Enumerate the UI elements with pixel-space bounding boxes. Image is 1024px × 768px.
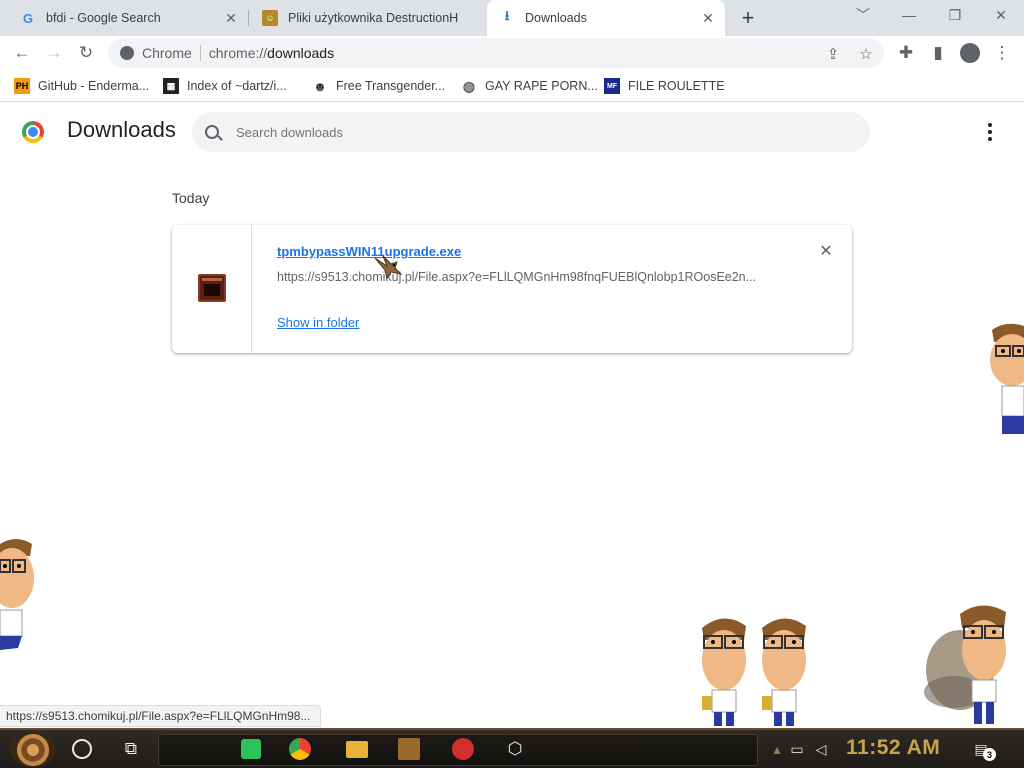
- profile-avatar-icon[interactable]: [956, 39, 984, 67]
- cartoon-character-icon: [0, 539, 34, 650]
- page-title: Downloads: [67, 117, 176, 142]
- omnibox-chrome-label: Chrome: [142, 45, 192, 61]
- tab-pliki[interactable]: ☺ Pliki użytkownika DestructionH: [250, 0, 486, 36]
- tab-title: bfdi - Google Search: [46, 11, 161, 25]
- hamster-and-character-icon: [924, 605, 1006, 724]
- close-tab-icon[interactable]: ✕: [222, 9, 240, 27]
- bookmark-item[interactable]: MF FILE ROULETTE: [604, 77, 725, 95]
- cat-face-icon: ☻: [313, 78, 327, 94]
- download-file-name-link[interactable]: tpmbypassWIN11upgrade.exe: [277, 244, 461, 259]
- restore-button[interactable]: ❐: [932, 0, 978, 30]
- bookmark-item[interactable]: ▦ Index of ~dartz/i...: [163, 77, 287, 95]
- download-source-url: https://s9513.chomikuj.pl/File.aspx?e=FL…: [277, 270, 757, 284]
- search-input[interactable]: [236, 124, 836, 140]
- bookmark-item[interactable]: ◍ GAY RAPE PORN...: [461, 77, 598, 95]
- notification-count-badge: 3: [983, 748, 996, 761]
- chrome-taskbar-icon[interactable]: [287, 736, 313, 762]
- extensions-puzzle-icon[interactable]: ✚: [892, 39, 920, 67]
- remove-download-icon[interactable]: ✕: [816, 241, 836, 261]
- share-icon[interactable]: ⇪: [824, 45, 842, 63]
- url-path: downloads: [267, 45, 335, 61]
- tab-strip: G bfdi - Google Search ✕ ☺ Pliki użytkow…: [0, 0, 1024, 36]
- minimize-button[interactable]: —: [886, 0, 932, 30]
- volume-muted-icon[interactable]: ◁: [812, 740, 830, 758]
- clock[interactable]: 11:52 AM: [846, 736, 940, 760]
- close-tab-icon[interactable]: ✕: [699, 9, 717, 27]
- notes-app-icon[interactable]: [238, 736, 264, 762]
- bookmark-label: Free Transgender...: [336, 79, 446, 93]
- task-view-icon[interactable]: ⧉: [118, 736, 144, 762]
- ph-icon: PH: [14, 78, 30, 94]
- link-status-bubble: https://s9513.chomikuj.pl/File.aspx?e=FL…: [0, 705, 322, 727]
- exe-file-icon: [198, 274, 226, 302]
- downloads-page: Downloads Today tpmbypassWIN11upgrade.ex…: [0, 103, 1024, 728]
- file-icon-column: [172, 225, 252, 353]
- taskbar: ⧉ ⬡ ▴ ▭ ◁ 11:52 AM ▤: [0, 728, 1024, 768]
- more-actions-button[interactable]: [980, 119, 1000, 145]
- bookmarks-bar: PH GitHub - Enderma... ▦ Index of ~dartz…: [0, 70, 1024, 102]
- bookmark-label: FILE ROULETTE: [628, 79, 725, 93]
- file-explorer-icon[interactable]: [344, 736, 370, 762]
- chrome-logo-icon: [22, 121, 44, 143]
- omnibox-divider: [199, 45, 201, 61]
- user-avatar-icon: ☺: [262, 10, 278, 26]
- start-button[interactable]: [10, 733, 56, 767]
- search-downloads[interactable]: [192, 112, 870, 152]
- pixel-art-icon: ▦: [163, 78, 179, 94]
- tab-search-button[interactable]: ﹀: [840, 0, 886, 30]
- download-arrow-icon: ⭳: [504, 8, 510, 23]
- side-panel-icon[interactable]: ▮: [924, 39, 952, 67]
- new-tab-button[interactable]: +: [734, 4, 762, 32]
- bookmark-label: GitHub - Enderma...: [38, 79, 150, 93]
- reload-button[interactable]: ↻: [72, 39, 100, 67]
- cartoon-character-icon: [762, 618, 806, 726]
- tray-arrow-icon[interactable]: ▴: [768, 740, 786, 758]
- bird-cursor-icon: [374, 255, 403, 280]
- bookmark-item[interactable]: ☻ Free Transgender...: [312, 77, 445, 95]
- toolbar: ← → ↻ Chrome chrome://downloads ⇪ ☆ ✚ ▮ …: [0, 36, 1024, 70]
- tab-google-search[interactable]: G bfdi - Google Search ✕: [8, 0, 248, 36]
- virtualbox-icon[interactable]: ⬡: [502, 736, 528, 762]
- tab-title: Pliki użytkownika DestructionH: [288, 11, 459, 25]
- chrome-menu-button[interactable]: ⋮: [988, 39, 1016, 67]
- close-window-button[interactable]: ✕: [978, 0, 1024, 30]
- cartoon-character-icon: [702, 618, 746, 726]
- search-icon: [205, 125, 219, 139]
- cortana-circle-icon[interactable]: [72, 739, 92, 759]
- google-g-icon: G: [22, 10, 34, 26]
- omnibox-url[interactable]: chrome://downloads: [209, 45, 334, 61]
- red-app-icon[interactable]: [450, 736, 476, 762]
- download-item-card: tpmbypassWIN11upgrade.exe https://s9513.…: [172, 225, 852, 353]
- tab-title: Downloads: [525, 11, 587, 25]
- url-scheme: chrome://: [208, 45, 268, 61]
- show-in-folder-link[interactable]: Show in folder: [277, 315, 359, 330]
- date-section-header: Today: [172, 190, 210, 206]
- tab-separator: [248, 10, 249, 26]
- tab-downloads[interactable]: ⭳ Downloads ✕: [487, 0, 725, 36]
- bookmark-label: GAY RAPE PORN...: [485, 79, 598, 93]
- bookmark-item[interactable]: PH GitHub - Enderma...: [14, 77, 149, 95]
- globe-icon: ◍: [462, 77, 476, 94]
- forward-button[interactable]: →: [40, 39, 68, 67]
- game-app-icon[interactable]: [396, 736, 422, 762]
- bookmark-label: Index of ~dartz/i...: [187, 79, 287, 93]
- bookmark-star-icon[interactable]: ☆: [857, 45, 875, 63]
- back-button[interactable]: ←: [8, 39, 36, 67]
- cartoon-character-icon: [990, 323, 1024, 434]
- chrome-icon: [120, 46, 134, 60]
- address-bar[interactable]: Chrome chrome://downloads ⇪ ☆: [108, 38, 884, 68]
- network-icon[interactable]: ▭: [788, 740, 806, 758]
- mf-icon: MF: [604, 78, 620, 94]
